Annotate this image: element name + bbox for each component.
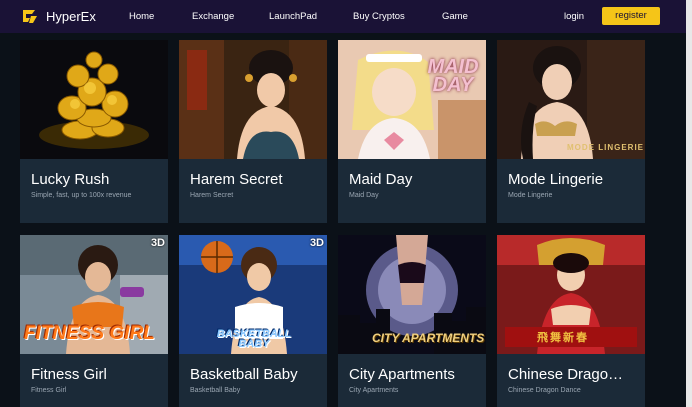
3d-badge: 3D	[309, 237, 324, 249]
game-thumbnail[interactable]: CITY APARTMENTS	[338, 235, 486, 354]
game-title: Basketball Baby	[190, 366, 298, 383]
game-subtitle: Simple, fast, up to 100x revenue	[31, 192, 132, 199]
game-logo-text: MAID DAY	[427, 56, 479, 96]
game-title: Maid Day	[349, 171, 413, 188]
game-thumbnail[interactable]: MAID DAY	[338, 40, 486, 159]
game-thumbnail[interactable]: BASKETBALL BABY 3D	[179, 235, 327, 354]
game-subtitle: Maid Day	[349, 192, 379, 199]
game-card-lucky-rush[interactable]: Lucky Rush Simple, fast, up to 100x reve…	[20, 40, 168, 223]
3d-badge: 3D	[150, 237, 165, 249]
brand-name: HyperEx	[46, 8, 96, 24]
game-card-fitness-girl[interactable]: FITNESS GIRL 3D Fitness Girl Fitness Gir…	[20, 235, 168, 407]
game-card-mode-lingerie[interactable]: MODE LINGERIE Mode Lingerie Mode Lingeri…	[497, 40, 645, 223]
game-card-maid-day[interactable]: MAID DAY Maid Day Maid Day	[338, 40, 486, 223]
game-subtitle: Basketball Baby	[190, 387, 241, 394]
game-title: Chinese Drago…	[508, 366, 624, 383]
game-thumbnail[interactable]: FITNESS GIRL 3D	[20, 235, 168, 354]
game-thumbnail[interactable]	[20, 40, 168, 159]
register-button[interactable]: register	[602, 7, 660, 25]
game-thumbnail[interactable]: MODE LINGERIE	[497, 40, 645, 159]
hyperex-logo-icon	[23, 10, 37, 23]
game-card-harem-secret[interactable]: Harem Secret Harem Secret	[179, 40, 327, 223]
game-logo-text: FITNESS GIRL	[24, 323, 155, 344]
game-title: Fitness Girl	[31, 366, 107, 383]
nav-link-game[interactable]: Game	[442, 11, 468, 22]
game-subtitle: City Apartments	[349, 387, 399, 394]
nav-link-buy-cryptos[interactable]: Buy Cryptos	[353, 11, 405, 22]
game-subtitle: Fitness Girl	[31, 387, 67, 394]
game-logo-text: CITY APARTMENTS	[372, 331, 485, 345]
scrollbar-track[interactable]	[686, 0, 692, 407]
game-card-city-apartments[interactable]: CITY APARTMENTS City Apartments City Apa…	[338, 235, 486, 407]
game-thumbnail[interactable]	[179, 40, 327, 159]
game-logo-text: 飛舞新春	[537, 332, 589, 344]
game-title: City Apartments	[349, 366, 455, 383]
game-thumbnail[interactable]: 飛舞新春	[497, 235, 645, 354]
game-title: Mode Lingerie	[508, 171, 604, 188]
nav-link-home[interactable]: Home	[129, 11, 154, 22]
game-title: Harem Secret	[190, 171, 283, 188]
game-card-basketball-baby[interactable]: BASKETBALL BABY 3D Basketball Baby Baske…	[179, 235, 327, 407]
brand-logo[interactable]: HyperEx	[20, 6, 96, 26]
game-logo-text: BASKETBALL BABY	[216, 328, 292, 350]
game-subtitle: Harem Secret	[190, 192, 234, 199]
game-subtitle: Mode Lingerie	[508, 192, 553, 199]
top-navbar: HyperEx Home Exchange LaunchPad Buy Cryp…	[0, 0, 686, 33]
game-title: Lucky Rush	[31, 171, 110, 188]
game-card-chinese-dragon-dance[interactable]: 飛舞新春 Chinese Drago… Chinese Dragon Dance	[497, 235, 645, 407]
nav-link-launchpad[interactable]: LaunchPad	[269, 11, 317, 22]
game-subtitle: Chinese Dragon Dance	[508, 387, 581, 394]
login-link[interactable]: login	[564, 11, 584, 22]
nav-link-exchange[interactable]: Exchange	[192, 11, 234, 22]
game-logo-text: MODE LINGERIE	[567, 143, 645, 152]
